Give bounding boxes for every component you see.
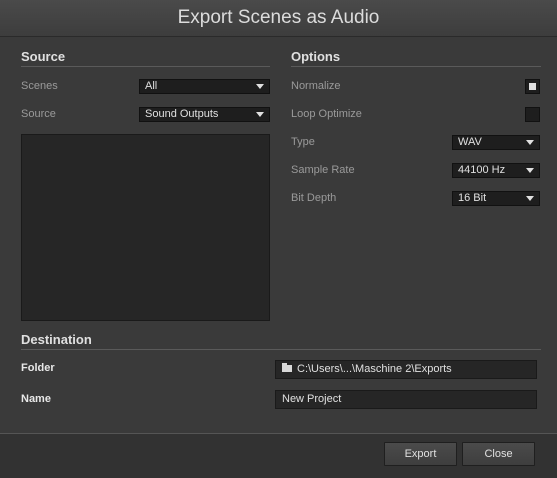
loop-optimize-checkbox[interactable] (525, 107, 540, 122)
bit-depth-label: Bit Depth (291, 192, 337, 204)
name-label: Name (21, 393, 51, 405)
source-section-title: Source (21, 49, 66, 64)
options-section-title: Options (291, 49, 341, 64)
name-input-value: New Project (282, 393, 342, 405)
scene-list[interactable] (21, 134, 270, 321)
type-dropdown[interactable]: WAV (452, 135, 540, 150)
chevron-down-icon (256, 84, 264, 89)
chevron-down-icon (256, 112, 264, 117)
bit-depth-dropdown[interactable]: 16 Bit (452, 191, 540, 206)
name-input[interactable]: New Project (275, 390, 537, 409)
close-button[interactable]: Close (462, 442, 535, 466)
export-button[interactable]: Export (384, 442, 457, 466)
folder-icon (282, 362, 292, 372)
scenes-dropdown[interactable]: All (139, 79, 270, 94)
destination-divider (21, 349, 541, 350)
dialog-titlebar: Export Scenes as Audio (0, 0, 557, 37)
folder-label: Folder (21, 362, 55, 374)
loop-optimize-label: Loop Optimize (291, 108, 362, 120)
scenes-dropdown-value: All (145, 80, 158, 92)
source-dropdown-value: Sound Outputs (145, 108, 219, 120)
sample-rate-dropdown-value: 44100 Hz (458, 164, 506, 176)
scenes-label: Scenes (21, 80, 58, 92)
normalize-label: Normalize (291, 80, 341, 92)
folder-path-field[interactable]: C:\Users\...\Maschine 2\Exports (275, 360, 537, 379)
type-label: Type (291, 136, 315, 148)
chevron-down-icon (526, 168, 534, 173)
dialog-title: Export Scenes as Audio (177, 7, 380, 28)
chevron-down-icon (526, 196, 534, 201)
destination-section-title: Destination (21, 332, 92, 347)
type-dropdown-value: WAV (458, 136, 482, 148)
sample-rate-dropdown[interactable]: 44100 Hz (452, 163, 540, 178)
folder-path-value: C:\Users\...\Maschine 2\Exports (297, 363, 452, 375)
chevron-down-icon (526, 140, 534, 145)
bit-depth-dropdown-value: 16 Bit (458, 192, 487, 204)
options-divider (291, 66, 541, 67)
source-label: Source (21, 108, 56, 120)
source-divider (21, 66, 270, 67)
normalize-checkbox[interactable] (525, 79, 540, 94)
source-dropdown[interactable]: Sound Outputs (139, 107, 270, 122)
sample-rate-label: Sample Rate (291, 164, 355, 176)
